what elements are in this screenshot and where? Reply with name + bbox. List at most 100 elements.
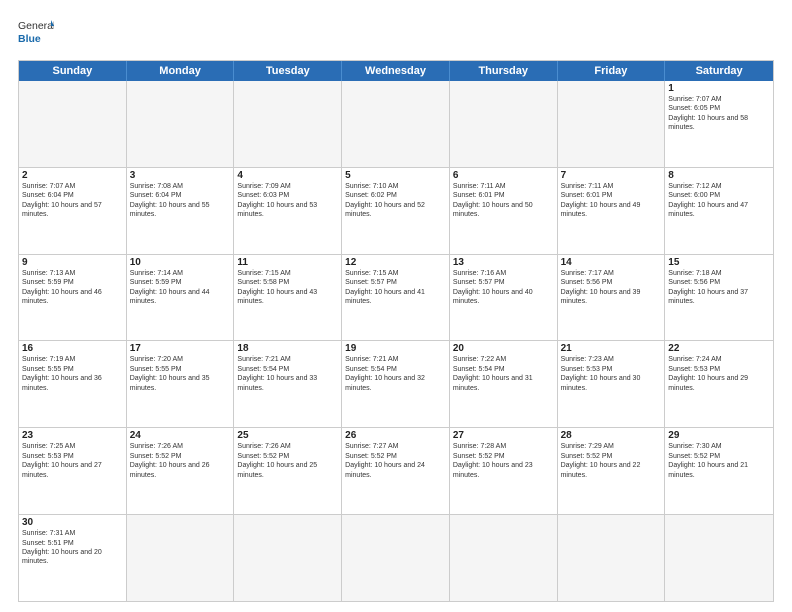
calendar-cell: [342, 81, 450, 167]
calendar-weekday-header: Friday: [558, 61, 666, 81]
calendar-cell: 3Sunrise: 7:08 AMSunset: 6:04 PMDaylight…: [127, 168, 235, 254]
generalblue-logo-icon: General Blue: [18, 16, 54, 52]
calendar-cell: 8Sunrise: 7:12 AMSunset: 6:00 PMDaylight…: [665, 168, 773, 254]
day-number: 23: [22, 430, 123, 441]
day-number: 11: [237, 257, 338, 268]
logo: General Blue: [18, 16, 54, 52]
calendar-cell: 19Sunrise: 7:21 AMSunset: 5:54 PMDayligh…: [342, 341, 450, 427]
calendar-cell: 30Sunrise: 7:31 AMSunset: 5:51 PMDayligh…: [19, 515, 127, 601]
day-number: 27: [453, 430, 554, 441]
cell-info: Sunrise: 7:11 AMSunset: 6:01 PMDaylight:…: [453, 182, 554, 220]
day-number: 3: [130, 170, 231, 181]
cell-info: Sunrise: 7:16 AMSunset: 5:57 PMDaylight:…: [453, 269, 554, 307]
cell-info: Sunrise: 7:22 AMSunset: 5:54 PMDaylight:…: [453, 355, 554, 393]
calendar-cell: 28Sunrise: 7:29 AMSunset: 5:52 PMDayligh…: [558, 428, 666, 514]
svg-text:Blue: Blue: [18, 33, 41, 45]
calendar-cell: 23Sunrise: 7:25 AMSunset: 5:53 PMDayligh…: [19, 428, 127, 514]
calendar-cell: [450, 81, 558, 167]
calendar-week-row: 2Sunrise: 7:07 AMSunset: 6:04 PMDaylight…: [19, 167, 773, 254]
calendar-cell: 7Sunrise: 7:11 AMSunset: 6:01 PMDaylight…: [558, 168, 666, 254]
calendar-cell: [127, 81, 235, 167]
calendar-week-row: 30Sunrise: 7:31 AMSunset: 5:51 PMDayligh…: [19, 514, 773, 601]
day-number: 8: [668, 170, 770, 181]
calendar-cell: 24Sunrise: 7:26 AMSunset: 5:52 PMDayligh…: [127, 428, 235, 514]
day-number: 2: [22, 170, 123, 181]
calendar-weekday-header: Tuesday: [234, 61, 342, 81]
calendar-weekday-header: Wednesday: [342, 61, 450, 81]
calendar-cell: [127, 515, 235, 601]
cell-info: Sunrise: 7:30 AMSunset: 5:52 PMDaylight:…: [668, 442, 770, 480]
calendar-week-row: 9Sunrise: 7:13 AMSunset: 5:59 PMDaylight…: [19, 254, 773, 341]
calendar-cell: [665, 515, 773, 601]
day-number: 12: [345, 257, 446, 268]
day-number: 22: [668, 343, 770, 354]
cell-info: Sunrise: 7:19 AMSunset: 5:55 PMDaylight:…: [22, 355, 123, 393]
calendar-cell: 12Sunrise: 7:15 AMSunset: 5:57 PMDayligh…: [342, 255, 450, 341]
calendar-cell: 15Sunrise: 7:18 AMSunset: 5:56 PMDayligh…: [665, 255, 773, 341]
calendar-cell: 6Sunrise: 7:11 AMSunset: 6:01 PMDaylight…: [450, 168, 558, 254]
cell-info: Sunrise: 7:15 AMSunset: 5:58 PMDaylight:…: [237, 269, 338, 307]
cell-info: Sunrise: 7:28 AMSunset: 5:52 PMDaylight:…: [453, 442, 554, 480]
calendar-cell: 9Sunrise: 7:13 AMSunset: 5:59 PMDaylight…: [19, 255, 127, 341]
calendar-weekday-header: Saturday: [665, 61, 773, 81]
cell-info: Sunrise: 7:10 AMSunset: 6:02 PMDaylight:…: [345, 182, 446, 220]
calendar-header-row: SundayMondayTuesdayWednesdayThursdayFrid…: [19, 61, 773, 81]
cell-info: Sunrise: 7:20 AMSunset: 5:55 PMDaylight:…: [130, 355, 231, 393]
day-number: 25: [237, 430, 338, 441]
calendar-cell: 29Sunrise: 7:30 AMSunset: 5:52 PMDayligh…: [665, 428, 773, 514]
calendar-cell: 20Sunrise: 7:22 AMSunset: 5:54 PMDayligh…: [450, 341, 558, 427]
svg-text:General: General: [18, 20, 54, 32]
calendar-cell: [558, 81, 666, 167]
day-number: 28: [561, 430, 662, 441]
day-number: 16: [22, 343, 123, 354]
calendar-cell: 18Sunrise: 7:21 AMSunset: 5:54 PMDayligh…: [234, 341, 342, 427]
day-number: 30: [22, 517, 123, 528]
calendar-cell: 1Sunrise: 7:07 AMSunset: 6:05 PMDaylight…: [665, 81, 773, 167]
day-number: 6: [453, 170, 554, 181]
calendar-weekday-header: Monday: [127, 61, 235, 81]
calendar-cell: [19, 81, 127, 167]
cell-info: Sunrise: 7:29 AMSunset: 5:52 PMDaylight:…: [561, 442, 662, 480]
cell-info: Sunrise: 7:31 AMSunset: 5:51 PMDaylight:…: [22, 529, 123, 567]
cell-info: Sunrise: 7:15 AMSunset: 5:57 PMDaylight:…: [345, 269, 446, 307]
calendar-cell: [450, 515, 558, 601]
cell-info: Sunrise: 7:21 AMSunset: 5:54 PMDaylight:…: [237, 355, 338, 393]
calendar-weekday-header: Thursday: [450, 61, 558, 81]
calendar-cell: 16Sunrise: 7:19 AMSunset: 5:55 PMDayligh…: [19, 341, 127, 427]
cell-info: Sunrise: 7:25 AMSunset: 5:53 PMDaylight:…: [22, 442, 123, 480]
day-number: 13: [453, 257, 554, 268]
calendar-week-row: 1Sunrise: 7:07 AMSunset: 6:05 PMDaylight…: [19, 81, 773, 167]
calendar-cell: 14Sunrise: 7:17 AMSunset: 5:56 PMDayligh…: [558, 255, 666, 341]
day-number: 4: [237, 170, 338, 181]
cell-info: Sunrise: 7:09 AMSunset: 6:03 PMDaylight:…: [237, 182, 338, 220]
day-number: 10: [130, 257, 231, 268]
cell-info: Sunrise: 7:07 AMSunset: 6:04 PMDaylight:…: [22, 182, 123, 220]
calendar-body: 1Sunrise: 7:07 AMSunset: 6:05 PMDaylight…: [19, 81, 773, 601]
calendar-cell: 10Sunrise: 7:14 AMSunset: 5:59 PMDayligh…: [127, 255, 235, 341]
calendar-cell: 21Sunrise: 7:23 AMSunset: 5:53 PMDayligh…: [558, 341, 666, 427]
day-number: 24: [130, 430, 231, 441]
cell-info: Sunrise: 7:13 AMSunset: 5:59 PMDaylight:…: [22, 269, 123, 307]
calendar-cell: 22Sunrise: 7:24 AMSunset: 5:53 PMDayligh…: [665, 341, 773, 427]
calendar-cell: 27Sunrise: 7:28 AMSunset: 5:52 PMDayligh…: [450, 428, 558, 514]
day-number: 15: [668, 257, 770, 268]
day-number: 9: [22, 257, 123, 268]
header: General Blue: [18, 16, 774, 52]
cell-info: Sunrise: 7:08 AMSunset: 6:04 PMDaylight:…: [130, 182, 231, 220]
day-number: 18: [237, 343, 338, 354]
calendar-cell: 5Sunrise: 7:10 AMSunset: 6:02 PMDaylight…: [342, 168, 450, 254]
calendar-cell: 25Sunrise: 7:26 AMSunset: 5:52 PMDayligh…: [234, 428, 342, 514]
cell-info: Sunrise: 7:26 AMSunset: 5:52 PMDaylight:…: [130, 442, 231, 480]
calendar-cell: 26Sunrise: 7:27 AMSunset: 5:52 PMDayligh…: [342, 428, 450, 514]
cell-info: Sunrise: 7:11 AMSunset: 6:01 PMDaylight:…: [561, 182, 662, 220]
day-number: 17: [130, 343, 231, 354]
calendar-cell: [234, 515, 342, 601]
cell-info: Sunrise: 7:14 AMSunset: 5:59 PMDaylight:…: [130, 269, 231, 307]
calendar-week-row: 23Sunrise: 7:25 AMSunset: 5:53 PMDayligh…: [19, 427, 773, 514]
calendar-cell: [558, 515, 666, 601]
calendar-cell: 2Sunrise: 7:07 AMSunset: 6:04 PMDaylight…: [19, 168, 127, 254]
day-number: 26: [345, 430, 446, 441]
cell-info: Sunrise: 7:21 AMSunset: 5:54 PMDaylight:…: [345, 355, 446, 393]
cell-info: Sunrise: 7:26 AMSunset: 5:52 PMDaylight:…: [237, 442, 338, 480]
calendar-cell: [234, 81, 342, 167]
